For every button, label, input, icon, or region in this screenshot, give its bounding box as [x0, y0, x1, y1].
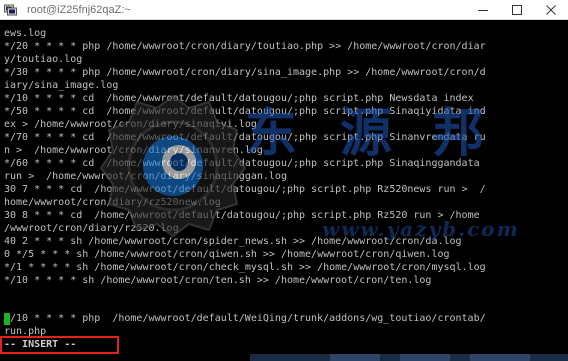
terminal-line: */60 * * * * cd /home/wwwroot/default/da…	[4, 158, 480, 169]
minimize-icon	[478, 10, 488, 11]
maximize-icon	[512, 5, 522, 15]
terminal-line: y/toutiao.log	[4, 54, 83, 65]
terminal-line: n > /home/wwwroot/cron/diary/sinanvren.l…	[4, 145, 263, 156]
terminal-line: run > /home/wwwroot/cron/diary/sinaqingg…	[4, 171, 287, 182]
watermark-glyph: 邦	[432, 103, 485, 164]
terminal-line: 0 */5 * * * sh /home/wwwroot/cron/qiwen.…	[4, 249, 450, 260]
window-title: root@iZ25fnj62qaZ:~	[27, 4, 131, 16]
terminal-line: iary/sina_image.log	[4, 80, 119, 91]
watermark-glyph: 东	[245, 103, 298, 164]
watermark-url: www.yazyb.com	[322, 217, 520, 241]
terminal-line: */10 * * * * sh /home/wwwroot/cron/ten.s…	[4, 275, 432, 286]
maximize-button[interactable]	[500, 0, 534, 20]
minimize-button[interactable]	[466, 0, 500, 20]
terminal-line: ews.log	[4, 28, 47, 39]
terminal-line: ex > /home/wwwroot/cron/diary/sinaqiyi.l…	[4, 119, 257, 130]
watermark-glyph: 源	[340, 103, 393, 164]
title-bar[interactable]: root@iZ25fnj62qaZ:~	[0, 0, 568, 20]
terminal-line: home/wwwroot/cron/diary/rz520new.log	[4, 197, 221, 208]
terminal-line: */30 * * * * php /home/wwwroot/cron/diar…	[4, 67, 486, 78]
terminal-line: /wwwroot/cron/diary/rz520.log	[4, 223, 179, 234]
putty-icon	[4, 4, 17, 16]
taskbar-edge	[250, 354, 568, 361]
terminal-line: */1 * * * * sh /home/wwwroot/cron/check_…	[4, 262, 486, 273]
terminal-line: 30 7 * * * cd /home/wwwroot/default/dato…	[4, 184, 486, 195]
terminal-line: */20 * * * * php /home/wwwroot/cron/diar…	[4, 41, 486, 52]
terminal-line: /10 * * * * php /home/wwwroot/default/We…	[10, 313, 486, 324]
close-icon	[546, 5, 556, 15]
highlight-box	[0, 336, 119, 354]
terminal-area[interactable]: ews.log */20 * * * * php /home/wwwroot/c…	[0, 20, 568, 361]
terminal-window: root@iZ25fnj62qaZ:~ ews.log */20 * * * *…	[0, 0, 568, 361]
close-button[interactable]	[534, 0, 568, 20]
terminal-line: */10 * * * * cd /home/wwwroot/default/da…	[4, 93, 474, 104]
